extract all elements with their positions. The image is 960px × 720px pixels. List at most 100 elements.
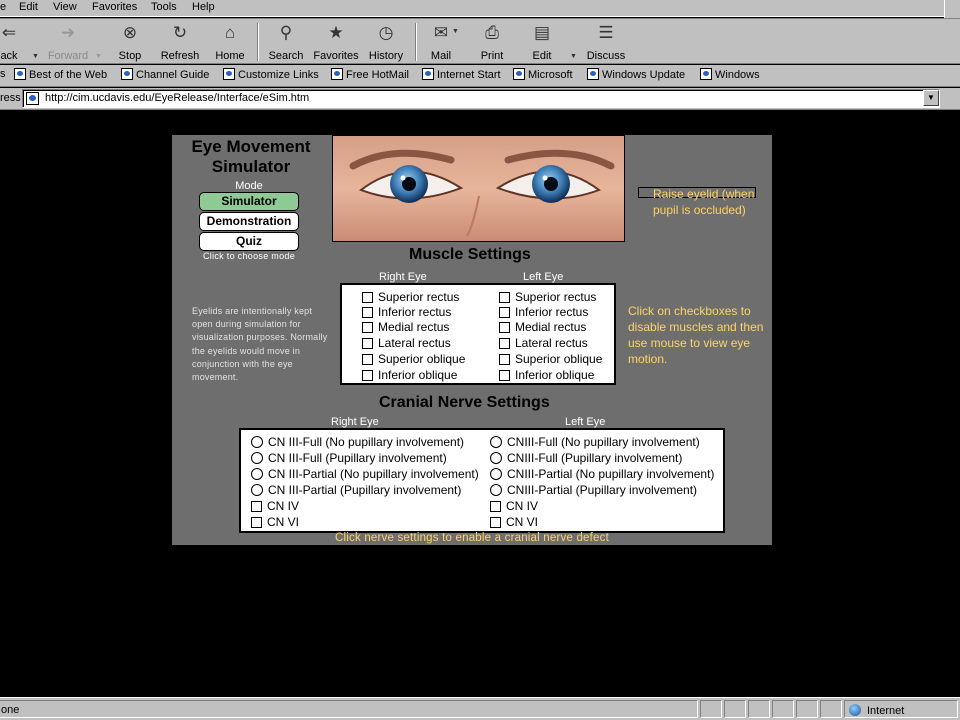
checkbox[interactable] — [499, 370, 510, 381]
menu-tools[interactable]: Tools — [151, 1, 177, 13]
app-title: Eye Movement Simulator — [191, 137, 311, 176]
print-button[interactable]: ⎙ Print — [474, 21, 510, 63]
right-cn6[interactable]: CN VI — [251, 515, 299, 529]
checkbox[interactable] — [251, 501, 262, 512]
checkbox[interactable] — [362, 307, 373, 318]
status-cell — [796, 700, 818, 718]
checkbox[interactable] — [499, 307, 510, 318]
checkbox[interactable] — [362, 292, 373, 303]
discuss-button[interactable]: ☰ Discuss — [584, 21, 628, 63]
left-lateral-rectus[interactable]: Lateral rectus — [499, 336, 588, 350]
right-cn3-full-no-pupil[interactable]: CN III-Full (No pupillary involvement) — [251, 435, 464, 449]
radio-button[interactable] — [490, 484, 502, 496]
menu-view[interactable]: View — [53, 1, 77, 13]
link-best-of-the-web[interactable]: Best of the Web — [14, 68, 107, 81]
right-cn3-partial-pupil[interactable]: CN III-Partial (Pupillary involvement) — [251, 483, 461, 497]
checkbox[interactable] — [362, 338, 373, 349]
page-icon — [513, 68, 525, 80]
face-illustration — [333, 136, 624, 241]
favorites-button[interactable]: ★ Favorites — [312, 21, 360, 63]
right-inferior-oblique[interactable]: Inferior oblique — [362, 368, 457, 382]
refresh-button[interactable]: ↻ Refresh — [156, 21, 204, 63]
address-bar: ress http://cim.ucdavis.edu/EyeRelease/I… — [0, 88, 960, 110]
menu-edit[interactable]: Edit — [19, 1, 38, 13]
left-cn6[interactable]: CN VI — [490, 515, 538, 529]
edit-dropdown-icon[interactable]: ▼ — [570, 53, 577, 60]
raise-eyelid-label: Raise eyelid (when pupil is occluded) — [653, 187, 755, 217]
checkbox[interactable] — [362, 370, 373, 381]
address-input[interactable]: http://cim.ucdavis.edu/EyeRelease/Interf… — [22, 89, 940, 108]
address-url: http://cim.ucdavis.edu/EyeRelease/Interf… — [45, 92, 310, 104]
left-medial-rectus[interactable]: Medial rectus — [499, 320, 586, 334]
left-inferior-oblique[interactable]: Inferior oblique — [499, 368, 594, 382]
menu-help[interactable]: Help — [192, 1, 215, 13]
left-inferior-rectus[interactable]: Inferior rectus — [499, 305, 588, 319]
checkbox[interactable] — [490, 501, 501, 512]
link-free-hotmail[interactable]: Free HotMail — [331, 68, 409, 81]
right-superior-rectus[interactable]: Superior rectus — [362, 290, 459, 304]
checkbox[interactable] — [499, 292, 510, 303]
page-icon — [223, 68, 235, 80]
radio-button[interactable] — [490, 452, 502, 464]
back-dropdown-icon[interactable]: ▼ — [32, 53, 39, 60]
link-internet-start[interactable]: Internet Start — [422, 68, 501, 81]
mail-dropdown-icon[interactable]: ▼ — [452, 28, 459, 35]
link-windows-update[interactable]: Windows Update — [587, 68, 685, 81]
link-microsoft[interactable]: Microsoft — [513, 68, 573, 81]
link-customize-links[interactable]: Customize Links — [223, 68, 319, 81]
checkbox[interactable] — [499, 354, 510, 365]
eyes-image[interactable] — [332, 135, 625, 242]
mode-simulator-button[interactable]: Simulator — [199, 192, 299, 211]
nerve-left-eye-head: Left Eye — [565, 416, 606, 428]
link-windows[interactable]: Windows — [700, 68, 760, 81]
checkbox[interactable] — [499, 338, 510, 349]
edit-button[interactable]: ▤ Edit — [524, 21, 560, 63]
left-cn4[interactable]: CN IV — [490, 499, 538, 513]
checkbox[interactable] — [251, 517, 262, 528]
radio-button[interactable] — [251, 436, 263, 448]
muscle-hint: Click on checkboxes to disable muscles a… — [628, 304, 764, 366]
radio-button[interactable] — [251, 468, 263, 480]
right-lateral-rectus[interactable]: Lateral rectus — [362, 336, 451, 350]
stop-button[interactable]: ⊗ Stop — [112, 21, 148, 63]
checkbox[interactable] — [362, 322, 373, 333]
address-dropdown-button[interactable]: ▼ — [923, 90, 939, 106]
right-cn3-full-pupil[interactable]: CN III-Full (Pupillary involvement) — [251, 451, 447, 465]
left-superior-oblique[interactable]: Superior oblique — [499, 352, 602, 366]
mode-quiz-button[interactable]: Quiz — [199, 232, 299, 251]
link-channel-guide[interactable]: Channel Guide — [121, 68, 209, 81]
right-inferior-rectus[interactable]: Inferior rectus — [362, 305, 451, 319]
forward-dropdown-icon[interactable]: ▼ — [95, 53, 102, 60]
muscle-settings-title: Muscle Settings — [409, 246, 531, 263]
status-cell — [700, 700, 722, 718]
right-cn3-partial-no-pupil[interactable]: CN III-Partial (No pupillary involvement… — [251, 467, 479, 481]
search-button[interactable]: ⚲ Search — [266, 21, 306, 63]
links-label: s — [0, 68, 6, 80]
left-cn3-full-no-pupil[interactable]: CNIII-Full (No pupillary involvement) — [490, 435, 700, 449]
forward-button[interactable]: ➜ Forward — [46, 21, 90, 63]
home-button[interactable]: ⌂ Home — [212, 21, 248, 63]
left-superior-rectus[interactable]: Superior rectus — [499, 290, 596, 304]
left-cn3-partial-no-pupil[interactable]: CNIII-Partial (No pupillary involvement) — [490, 467, 714, 481]
radio-button[interactable] — [490, 468, 502, 480]
back-button[interactable]: ⇐ ack — [0, 21, 26, 63]
radio-button[interactable] — [251, 484, 263, 496]
history-button[interactable]: ◷ History — [366, 21, 406, 63]
checkbox[interactable] — [362, 354, 373, 365]
right-medial-rectus[interactable]: Medial rectus — [362, 320, 449, 334]
left-cn3-full-pupil[interactable]: CNIII-Full (Pupillary involvement) — [490, 451, 682, 465]
menu-file[interactable]: e — [0, 1, 6, 13]
checkbox[interactable] — [499, 322, 510, 333]
simulator-panel: Eye Movement Simulator Mode Simulator De… — [172, 135, 772, 545]
globe-icon — [849, 704, 861, 716]
menu-favorites[interactable]: Favorites — [92, 1, 137, 13]
right-superior-oblique[interactable]: Superior oblique — [362, 352, 465, 366]
left-cn3-partial-pupil[interactable]: CNIII-Partial (Pupillary involvement) — [490, 483, 697, 497]
right-cn4[interactable]: CN IV — [251, 499, 299, 513]
radio-button[interactable] — [490, 436, 502, 448]
mode-demonstration-button[interactable]: Demonstration — [199, 212, 299, 231]
checkbox[interactable] — [490, 517, 501, 528]
window-scroll-corner — [944, 0, 960, 18]
security-zone-cell: Internet — [844, 700, 958, 718]
radio-button[interactable] — [251, 452, 263, 464]
